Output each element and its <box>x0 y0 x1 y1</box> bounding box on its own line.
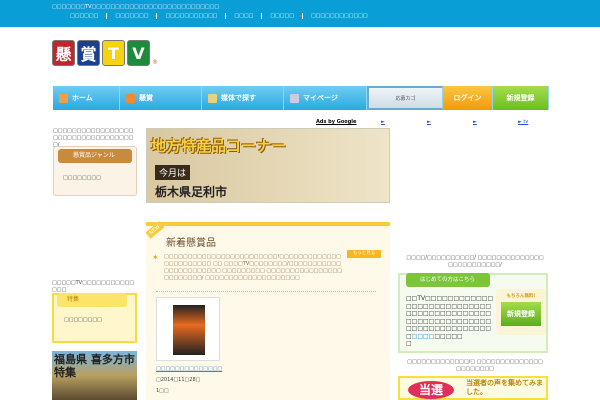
logo-char: T <box>102 40 125 66</box>
top-link[interactable]: □□□□□ <box>262 13 303 19</box>
nav-label: 媒体で探す <box>221 94 256 102</box>
nav-home[interactable]: ホーム <box>53 86 120 110</box>
nav-mypage[interactable]: マイページ <box>284 86 367 110</box>
prize-date: □2014□11□28□ <box>156 377 201 383</box>
gift-icon <box>126 93 135 103</box>
cart-button[interactable]: 応募カゴ <box>367 86 443 110</box>
winner-voice-text: 当選者の声を集めてみました。 <box>466 379 543 396</box>
new-prizes-title: 新着懸賞品 <box>166 238 216 249</box>
nav-media[interactable]: 媒体で探す <box>202 86 284 110</box>
divider <box>156 291 376 292</box>
special-title: 特集 <box>57 293 127 307</box>
ad-link[interactable]: ► tv <box>518 119 528 125</box>
new-ribbon: NEW <box>145 221 165 239</box>
prize-image[interactable] <box>156 297 220 361</box>
local-specialty-banner[interactable]: 地方特産品コーナー 今月は 栃木県足利市 <box>146 128 390 203</box>
banner-month: 今月は <box>155 165 191 180</box>
new-prizes-desc: □□□□□□□□□□□□□□□□□□□□□□□□!□□□□□□□□□□□□□□□… <box>164 254 342 281</box>
logo-char: V <box>127 40 150 66</box>
first-link[interactable]: □□□□ <box>412 333 435 340</box>
special-item[interactable]: □□□□□□□□ <box>64 317 129 324</box>
genre-item[interactable]: □□□□□□□□ <box>63 175 133 182</box>
free-register-panel: もちろん無料! 新規登録 <box>496 289 546 335</box>
registered-mark: ® <box>152 59 158 66</box>
top-link[interactable]: □□□□□□ <box>62 13 108 19</box>
tagline: □□□□□□□TV□□□□□□□□□□□□□□□□□□□□□□□□□□□ <box>52 4 220 10</box>
nav-prize[interactable]: 懸賞 <box>120 86 202 110</box>
more-button[interactable]: もっと見る <box>347 250 381 258</box>
first-time-box: はじめての方はこちら □□TV□□□□□□□□□□□□□□□□□□□□□□□□□… <box>398 273 548 353</box>
nav-label: マイページ <box>303 94 338 102</box>
winner-badge: 当選 <box>408 381 454 399</box>
fukushima-banner[interactable]: 福島県 喜多方市特集 <box>52 351 137 400</box>
top-link[interactable]: □□□□□□□□□□□ <box>157 13 227 19</box>
logo[interactable]: 懸 賞 T V ® <box>52 40 158 66</box>
star-icon: ✶ <box>152 253 159 262</box>
logo-char: 懸 <box>52 40 75 66</box>
free-label: もちろん無料! <box>506 294 536 299</box>
new-prizes-section: NEW 新着懸賞品 ✶ □□□□□□□□□□□□□□□□□□□□□□□□!□□□… <box>145 221 390 400</box>
nav-label: 懸賞 <box>139 94 153 102</box>
winner-voice-banner[interactable]: 当選 当選者の声を集めてみました。 <box>398 376 548 400</box>
top-bar: □□□□□□□TV□□□□□□□□□□□□□□□□□□□□□□□□□□□ □□□… <box>0 0 600 27</box>
prize-link[interactable]: □□□□□□□□□□□□□□ <box>156 366 256 373</box>
ads-by-google[interactable]: Ads by Google <box>316 119 356 125</box>
product-package <box>173 305 205 355</box>
first-end: □ <box>406 340 412 347</box>
banner-city: 栃木県足利市 <box>155 185 228 199</box>
register-button[interactable]: 新規登録 <box>493 86 549 110</box>
register-button-side[interactable]: 新規登録 <box>501 302 541 326</box>
login-button[interactable]: ログイン <box>443 86 493 110</box>
genre-box: 懸賞品ジャンル □□□□□□□□ <box>53 146 137 196</box>
banner-heading: 地方特産品コーナー <box>151 137 287 155</box>
special-box: 特集 □□□□□□□□ <box>52 293 137 343</box>
main-nav: ホーム 懸賞 媒体で探す マイページ 応募カゴ ログイン 新規登録 <box>53 86 549 110</box>
right-intro: □□□□/□□□□□□□□□□/ □□□□□□□□□□□□□□□□□□□□□□□… <box>406 255 544 268</box>
ad-link[interactable]: ► <box>427 119 431 125</box>
user-icon <box>290 93 299 103</box>
first-time-title[interactable]: はじめての方はこちら <box>406 273 490 287</box>
ad-link[interactable]: ► <box>473 119 477 125</box>
top-links: □□□□□□ □□□□□□□ □□□□□□□□□□□ □□□□ □□□□□ □□… <box>62 13 542 19</box>
genre-title: 懸賞品ジャンル <box>58 149 132 163</box>
prize-count: 1□□ <box>156 388 169 394</box>
voice-intro: □□□□□□□□□□□□□/□ □□□□□□□□□□□□□□□□□□□□□□ <box>407 359 543 372</box>
ad-link[interactable]: ► <box>381 119 385 125</box>
first-tail: □□□□□ <box>434 332 463 340</box>
tv-text: □□□□□TV□□□□□□□□□□□□□□ <box>52 280 135 293</box>
notebook-icon <box>208 93 217 103</box>
top-link[interactable]: □□□□ <box>226 13 263 19</box>
logo-char: 賞 <box>77 40 100 66</box>
top-link[interactable]: □□□□□□□ <box>107 13 158 19</box>
nav-label: ホーム <box>72 94 93 102</box>
top-link[interactable]: □□□□□□□□□□□□ <box>303 13 376 19</box>
home-icon <box>59 93 68 103</box>
first-time-text: □□TV□□□□□□□□□□□□□□□□□□□□□□□□□□□□□□□□□□□□… <box>406 295 494 348</box>
